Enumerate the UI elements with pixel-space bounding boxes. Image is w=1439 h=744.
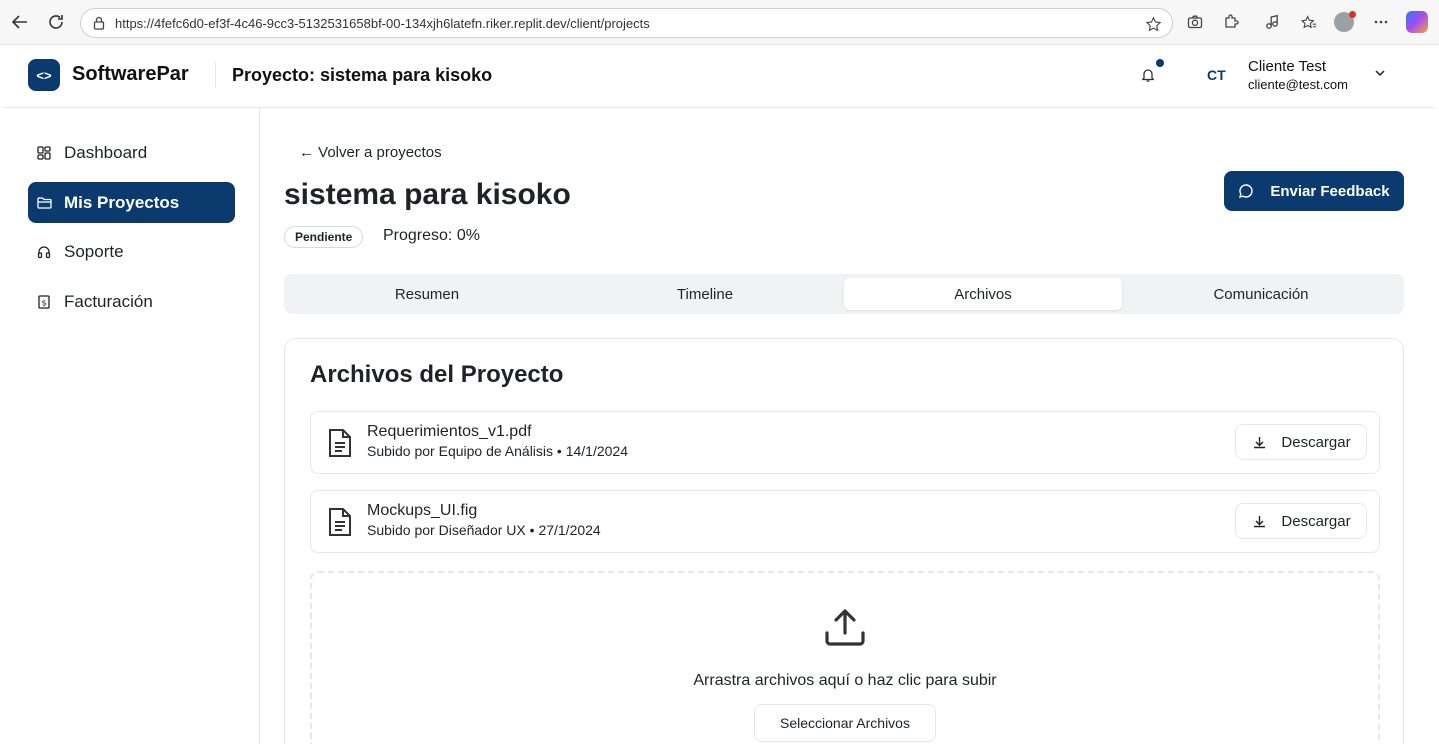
sidebar-item-mis-proyectos[interactable]: Mis Proyectos bbox=[28, 182, 235, 223]
select-files-button[interactable]: Seleccionar Archivos bbox=[754, 704, 936, 742]
file-text-icon bbox=[329, 508, 351, 536]
sidebar-item-soporte[interactable]: Soporte bbox=[28, 231, 235, 272]
sidebar-item-dashboard[interactable]: Dashboard bbox=[28, 132, 235, 173]
sidebar-item-facturacion[interactable]: $ Facturación bbox=[28, 281, 235, 322]
back-arrow-icon[interactable] bbox=[9, 11, 31, 33]
file-row: Requerimientos_v1.pdf Subido por Equipo … bbox=[310, 411, 1380, 474]
refresh-icon[interactable] bbox=[45, 11, 67, 33]
download-label: Descargar bbox=[1281, 512, 1351, 530]
user-name[interactable]: Cliente Test bbox=[1248, 58, 1326, 75]
sidebar-item-label: Mis Proyectos bbox=[64, 192, 180, 212]
files-panel-title: Archivos del Proyecto bbox=[310, 361, 564, 388]
progress-text: Progreso: 0% bbox=[383, 227, 480, 244]
dropzone-text: Arrastra archivos aquí o haz clic para s… bbox=[693, 672, 997, 689]
tab-archivos[interactable]: Archivos bbox=[844, 278, 1122, 310]
file-text-icon bbox=[329, 429, 351, 457]
send-feedback-button[interactable]: Enviar Feedback bbox=[1224, 171, 1404, 211]
file-meta: Subido por Equipo de Análisis • 14/1/202… bbox=[367, 443, 628, 459]
dashboard-grid-icon bbox=[36, 145, 52, 161]
favorite-star-icon[interactable] bbox=[1144, 15, 1162, 33]
extensions-icon[interactable] bbox=[1221, 12, 1241, 32]
sidebar-item-label: Soporte bbox=[64, 241, 124, 261]
tab-resumen[interactable]: Resumen bbox=[288, 278, 566, 310]
header-divider bbox=[215, 62, 216, 88]
camera-icon[interactable] bbox=[1185, 12, 1205, 32]
send-feedback-label: Enviar Feedback bbox=[1270, 182, 1390, 200]
lock-icon bbox=[91, 15, 107, 31]
download-label: Descargar bbox=[1281, 433, 1351, 451]
brand-name[interactable]: SoftwarePar bbox=[72, 63, 189, 86]
chevron-down-icon[interactable] bbox=[1372, 65, 1388, 81]
files-panel: Archivos del Proyecto Requerimientos_v1.… bbox=[284, 338, 1404, 744]
download-icon bbox=[1251, 513, 1267, 529]
svg-text:$: $ bbox=[41, 298, 46, 307]
project-title: sistema para kisoko bbox=[284, 178, 571, 211]
more-options-icon[interactable] bbox=[1371, 12, 1391, 32]
logo-icon[interactable]: <> bbox=[28, 59, 60, 91]
sidebar-item-label: Facturación bbox=[64, 291, 153, 311]
address-bar[interactable]: https://4fefc6d0-ef3f-4c46-9cc3-51325316… bbox=[80, 8, 1173, 38]
download-button[interactable]: Descargar bbox=[1235, 424, 1367, 460]
avatar[interactable]: CT bbox=[1207, 67, 1226, 83]
file-name: Requerimientos_v1.pdf bbox=[367, 423, 532, 440]
sidebar: Dashboard Mis Proyectos Soporte $ Factur… bbox=[4, 108, 260, 744]
bell-icon[interactable] bbox=[1138, 65, 1158, 85]
download-button[interactable]: Descargar bbox=[1235, 503, 1367, 539]
browser-toolbar: https://4fefc6d0-ef3f-4c46-9cc3-51325316… bbox=[0, 0, 1439, 45]
upload-icon bbox=[825, 609, 865, 646]
message-circle-icon bbox=[1238, 183, 1254, 199]
notification-dot bbox=[1156, 59, 1164, 67]
project-tabs: Resumen Timeline Archivos Comunicación bbox=[284, 274, 1404, 314]
app-header: <> SoftwarePar Proyecto: sistema para ki… bbox=[4, 45, 1435, 108]
folder-icon bbox=[36, 195, 52, 211]
copilot-icon[interactable] bbox=[1406, 11, 1428, 33]
sidebar-item-label: Dashboard bbox=[64, 142, 148, 162]
file-meta: Subido por Diseñador UX • 27/1/2024 bbox=[367, 522, 601, 538]
download-icon bbox=[1251, 434, 1267, 450]
status-badge: Pendiente bbox=[284, 226, 364, 248]
tab-comunicacion[interactable]: Comunicación bbox=[1122, 278, 1400, 310]
file-row: Mockups_UI.fig Subido por Diseñador UX •… bbox=[310, 490, 1380, 553]
user-email: cliente@test.com bbox=[1248, 77, 1348, 92]
profile-notification-dot bbox=[1349, 11, 1356, 18]
media-icon[interactable] bbox=[1262, 12, 1282, 32]
upload-dropzone[interactable]: Arrastra archivos aquí o haz clic para s… bbox=[310, 571, 1380, 744]
page-title: Proyecto: sistema para kisoko bbox=[232, 65, 493, 85]
back-to-projects-link[interactable]: ← Volver a proyectos bbox=[299, 144, 442, 161]
headset-icon bbox=[36, 244, 52, 260]
file-name: Mockups_UI.fig bbox=[367, 502, 478, 519]
favorites-list-icon[interactable] bbox=[1298, 12, 1318, 32]
url-text: https://4fefc6d0-ef3f-4c46-9cc3-51325316… bbox=[115, 15, 650, 31]
invoice-icon: $ bbox=[36, 294, 52, 310]
tab-timeline[interactable]: Timeline bbox=[566, 278, 844, 310]
